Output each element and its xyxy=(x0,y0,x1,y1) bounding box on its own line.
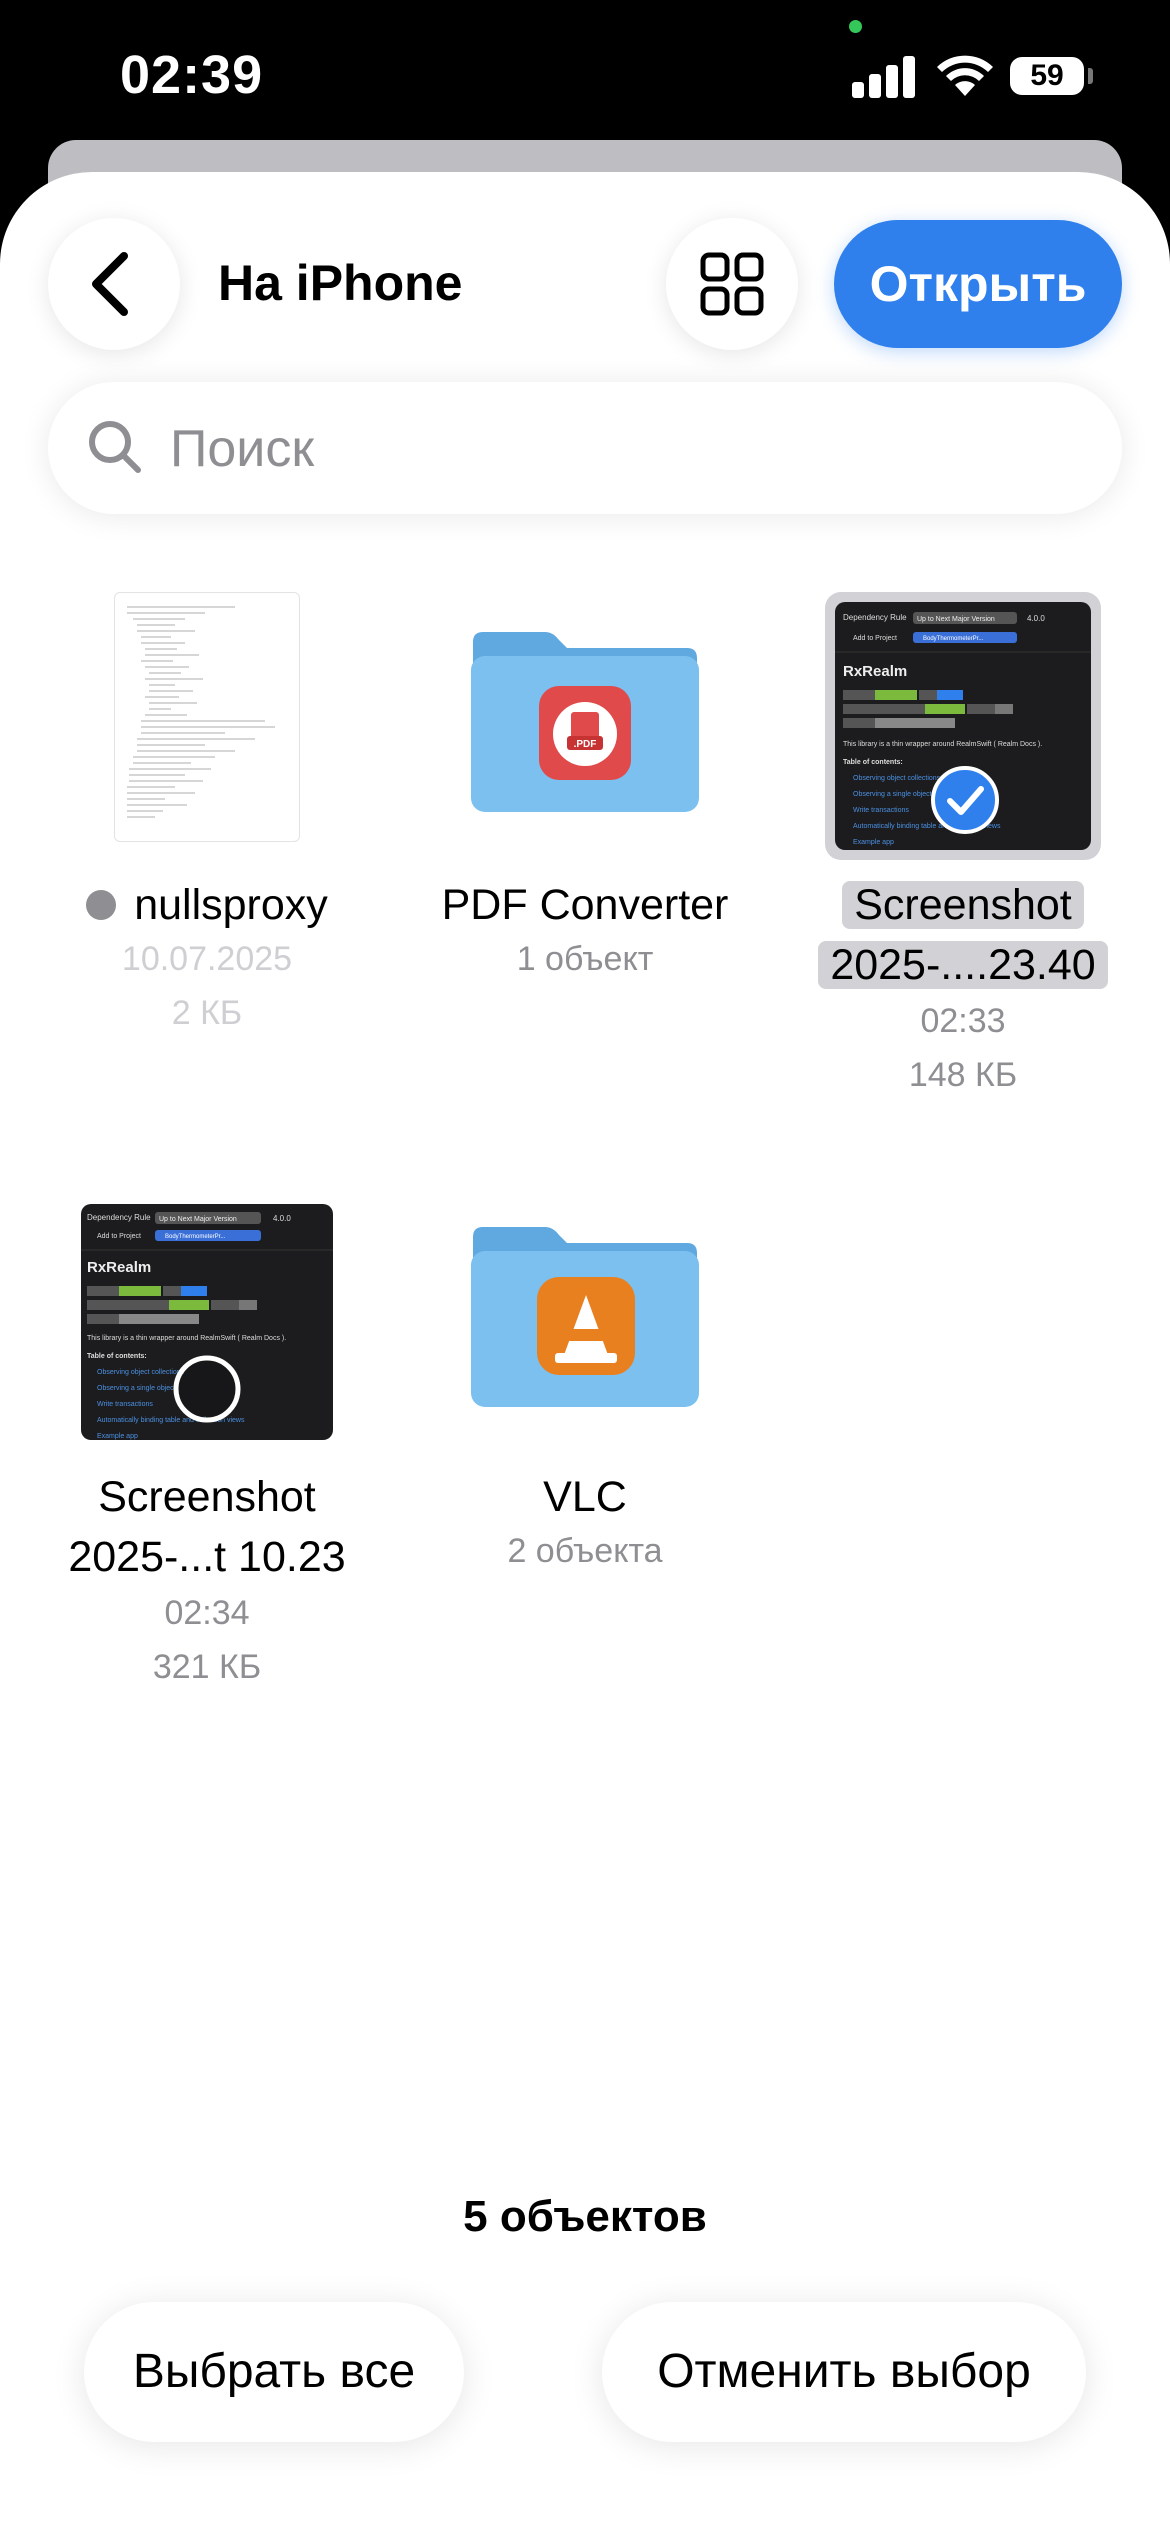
status-bar: 02:39 59 xyxy=(0,0,1170,150)
view-mode-button[interactable] xyxy=(666,218,798,350)
back-button[interactable] xyxy=(48,218,180,350)
items-count: 5 объектов xyxy=(463,2192,707,2241)
grid-icon xyxy=(700,252,764,316)
search-bar[interactable] xyxy=(48,382,1122,514)
svg-text:.PDF: .PDF xyxy=(574,739,597,750)
file-size: 2 КБ xyxy=(171,994,243,1032)
thumb-text: BodyThermometerPr... xyxy=(923,636,984,642)
file-time: 02:34 xyxy=(164,1594,250,1632)
thumb-text: This library is a thin wrapper around Re… xyxy=(843,741,1042,748)
thumb-text: Example app xyxy=(853,839,894,846)
thumb-text: BodyThermometerPr... xyxy=(165,1234,226,1240)
file-date: 10.07.2025 xyxy=(121,940,293,978)
folder-icon xyxy=(471,1227,699,1407)
thumb-text: RxRealm xyxy=(843,663,907,680)
file-size: 148 КБ xyxy=(908,1056,1018,1094)
selection-circle-icon[interactable] xyxy=(172,1354,242,1424)
thumb-text: Observing object collections xyxy=(853,775,941,782)
chevron-left-icon xyxy=(92,252,128,316)
file-name-line2: 2025-....23.40 xyxy=(793,935,1133,995)
thumb-text: Observing a single object xyxy=(853,791,932,798)
status-time: 02:39 xyxy=(120,45,264,105)
page-title: На iPhone xyxy=(218,255,463,311)
thumb-text: Example app xyxy=(97,1433,138,1440)
folder-name: VLC xyxy=(543,1473,627,1521)
open-button[interactable]: Открыть xyxy=(834,220,1122,348)
thumb-text: Observing a single object xyxy=(97,1385,176,1392)
file-picker-sheet: На iPhone Открыть Поиск nullsproxy 10.07… xyxy=(0,172,1170,2532)
battery-tip xyxy=(1088,68,1093,84)
wifi-icon xyxy=(937,55,993,96)
thumb-text: 4.0.0 xyxy=(1027,614,1045,623)
document-lines-icon xyxy=(127,606,275,818)
folder-item-count: 2 объекта xyxy=(507,1532,663,1570)
folder-item-vlc[interactable] xyxy=(415,1217,755,1407)
file-item-screenshot[interactable]: Dependency Rule Up to Next Major Version… xyxy=(37,1204,377,1444)
thumb-text: RxRealm xyxy=(87,1259,151,1276)
thumb-text: Up to Next Major Version xyxy=(917,616,995,623)
folder-name: PDF Converter xyxy=(441,881,729,929)
tag-dot xyxy=(86,889,117,920)
thumb-text: Dependency Rule xyxy=(843,613,907,622)
thumb-text: 4.0.0 xyxy=(273,1214,291,1223)
file-name-line2: 2025-...t 10.23 xyxy=(68,1533,346,1581)
search-icon xyxy=(89,421,141,473)
deselect-button[interactable]: Отменить выбор xyxy=(602,2302,1086,2442)
thumb-text: Add to Project xyxy=(853,635,897,642)
file-name-line1: Screenshot xyxy=(98,1473,316,1521)
thumb-text: Table of contents: xyxy=(843,759,903,766)
thumb-text: Up to Next Major Version xyxy=(159,1216,237,1223)
document-thumbnail xyxy=(114,592,300,842)
file-size: 321 КБ xyxy=(152,1648,262,1686)
thumb-text: Write transactions xyxy=(853,807,909,814)
cellular-signal-icon xyxy=(852,52,916,98)
file-item-screenshot-selected[interactable]: Dependency Rule Up to Next Major Version… xyxy=(793,592,1133,892)
file-name-line1: Screenshot xyxy=(793,875,1133,935)
thumb-text: Write transactions xyxy=(97,1401,153,1408)
battery-icon: 59 xyxy=(1010,57,1084,95)
thumb-text: Table of contents: xyxy=(87,1353,147,1360)
file-time: 02:33 xyxy=(920,1002,1006,1040)
thumb-text: This library is a thin wrapper around Re… xyxy=(87,1335,286,1342)
privacy-indicator xyxy=(849,20,862,33)
folder-icon: .PDF xyxy=(471,632,699,812)
file-name: nullsproxy xyxy=(37,875,377,935)
file-item-nullsproxy[interactable] xyxy=(37,592,377,842)
thumb-text: Dependency Rule xyxy=(87,1213,151,1222)
select-all-button[interactable]: Выбрать все xyxy=(84,2302,464,2442)
folder-item-pdf-converter[interactable]: .PDF xyxy=(415,622,755,812)
search-input[interactable] xyxy=(168,412,1072,486)
checkmark-selected-icon[interactable] xyxy=(930,765,1000,835)
thumb-text: Add to Project xyxy=(97,1233,141,1240)
folder-item-count: 1 объект xyxy=(516,940,654,978)
